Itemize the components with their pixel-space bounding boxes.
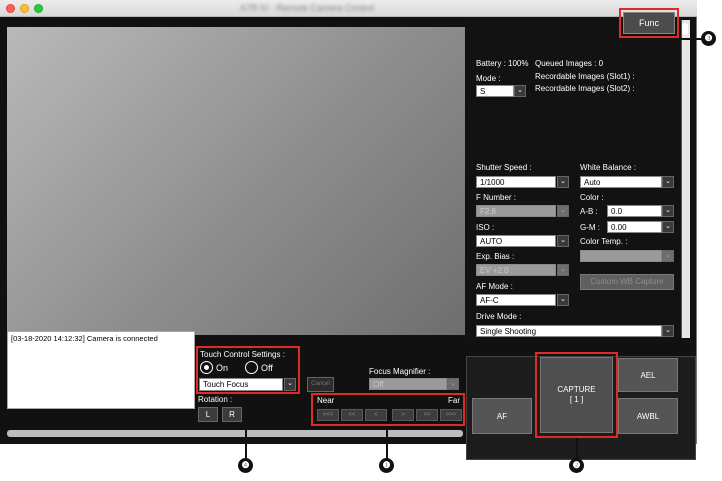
awbl-button[interactable]: AWBL: [618, 398, 678, 434]
rotate-right-button[interactable]: R: [222, 407, 242, 422]
rotate-left-button[interactable]: L: [198, 407, 218, 422]
chevron-down-icon[interactable]: ⌄: [662, 205, 674, 217]
queued-images: Queued Images : 0: [535, 59, 604, 68]
log-line: [03-18-2020 14:12:32] Camera is connecte…: [11, 334, 158, 343]
iso-label: ISO :: [476, 223, 495, 232]
chevron-down-icon[interactable]: ⌄: [662, 221, 674, 233]
chevron-down-icon[interactable]: ⌄: [557, 294, 569, 306]
chevron-down-icon[interactable]: ⌄: [557, 205, 569, 217]
window-title: A7R IV · Remote Camera Control: [240, 3, 375, 13]
chevron-down-icon[interactable]: ⌄: [662, 250, 674, 262]
f-number-select[interactable]: F2.8: [476, 205, 556, 217]
app-screenshot: A7R IV · Remote Camera Control Func Batt…: [0, 0, 722, 481]
focus-magnifier-select[interactable]: Off: [369, 378, 447, 390]
af-button[interactable]: AF: [472, 398, 532, 434]
callout-marker-1: ❶: [379, 458, 394, 473]
exp-bias-select[interactable]: EV +2.0: [476, 264, 556, 276]
connection-log: [03-18-2020 14:12:32] Camera is connecte…: [7, 331, 195, 409]
chevron-down-icon[interactable]: ⌄: [284, 378, 296, 391]
f-number-label: F Number :: [476, 193, 517, 202]
capture-label: CAPTURE: [557, 385, 596, 394]
focus-far-medium-button[interactable]: >>: [416, 409, 438, 421]
focus-near-medium-button[interactable]: <<: [341, 409, 363, 421]
recordable-slot1: Recordable Images (Slot1) :: [535, 72, 635, 81]
chevron-down-icon[interactable]: ⌄: [557, 264, 569, 276]
callout-line-4: [245, 394, 247, 460]
callout-marker-3: ❸: [701, 31, 716, 46]
recordable-slot2: Recordable Images (Slot2) :: [535, 84, 635, 93]
minimize-window-icon[interactable]: [20, 4, 29, 13]
exp-bias-label: Exp. Bias :: [476, 252, 515, 261]
focus-near-large-button[interactable]: <<<: [317, 409, 339, 421]
touch-off-radio[interactable]: [245, 361, 258, 374]
rotation-label: Rotation :: [198, 395, 233, 404]
iso-select[interactable]: AUTO: [476, 235, 556, 247]
ab-input[interactable]: 0.0: [607, 205, 662, 217]
close-window-icon[interactable]: [6, 4, 15, 13]
callout-marker-2: ❷: [569, 458, 584, 473]
settings-scrollbar[interactable]: [681, 20, 690, 338]
drive-mode-label: Drive Mode :: [476, 312, 522, 321]
horizontal-scrollbar[interactable]: [7, 430, 463, 437]
mode-select[interactable]: S: [476, 85, 514, 97]
touch-cancel-button[interactable]: Cancel: [307, 377, 334, 392]
focus-far-large-button[interactable]: >>>: [440, 409, 462, 421]
focus-magnifier-label: Focus Magnifier :: [369, 367, 431, 376]
zoom-window-icon[interactable]: [34, 4, 43, 13]
gm-input[interactable]: 0.00: [607, 221, 662, 233]
chevron-down-icon[interactable]: ⌄: [662, 176, 674, 188]
af-mode-select[interactable]: AF-C: [476, 294, 556, 306]
shutter-speed-select[interactable]: 1/1000: [476, 176, 556, 188]
drive-mode-select[interactable]: Single Shooting: [476, 325, 662, 337]
af-mode-label: AF Mode :: [476, 282, 513, 291]
callout-line-1: [386, 426, 388, 460]
touch-on-radio[interactable]: [200, 361, 213, 374]
ab-label: A-B :: [580, 207, 598, 216]
callout-line-3: [679, 38, 703, 40]
white-balance-label: White Balance :: [580, 163, 637, 172]
focus-far-small-button[interactable]: >: [392, 409, 414, 421]
color-label: Color :: [580, 193, 604, 202]
white-balance-select[interactable]: Auto: [580, 176, 662, 188]
shutter-speed-label: Shutter Speed :: [476, 163, 532, 172]
color-temp-label: Color Temp. :: [580, 237, 628, 246]
mode-label: Mode :: [476, 74, 501, 83]
touch-on-label: On: [216, 363, 229, 373]
callout-marker-4: ❹: [238, 458, 253, 473]
capture-button[interactable]: CAPTURE [ 1 ]: [540, 357, 613, 433]
capture-count: [ 1 ]: [569, 395, 584, 404]
func-highlight-frame: [619, 8, 679, 38]
custom-wb-capture-button[interactable]: Custom WB Capture: [580, 274, 674, 290]
chevron-down-icon[interactable]: ⌄: [557, 235, 569, 247]
chevron-down-icon[interactable]: ⌄: [662, 325, 674, 337]
touch-off-label: Off: [261, 363, 273, 373]
settings-scrollbar-thumb[interactable]: [682, 23, 688, 35]
battery-status: Battery : 100%: [476, 59, 529, 68]
chevron-down-icon[interactable]: ⌄: [447, 378, 459, 390]
callout-line-2: [576, 438, 578, 460]
live-view-area[interactable]: [7, 27, 465, 335]
focus-near-label: Near: [317, 396, 335, 405]
focus-near-small-button[interactable]: <: [365, 409, 387, 421]
touch-mode-select[interactable]: Touch Focus: [199, 378, 283, 391]
ael-button[interactable]: AEL: [618, 358, 678, 392]
gm-label: G-M :: [580, 223, 600, 232]
window-titlebar: A7R IV · Remote Camera Control: [0, 0, 697, 17]
chevron-down-icon[interactable]: ⌄: [557, 176, 569, 188]
touch-control-label: Touch Control Settings :: [200, 350, 285, 359]
chevron-down-icon[interactable]: ⌄: [514, 85, 526, 97]
focus-far-label: Far: [448, 396, 460, 405]
color-temp-select[interactable]: [580, 250, 662, 262]
